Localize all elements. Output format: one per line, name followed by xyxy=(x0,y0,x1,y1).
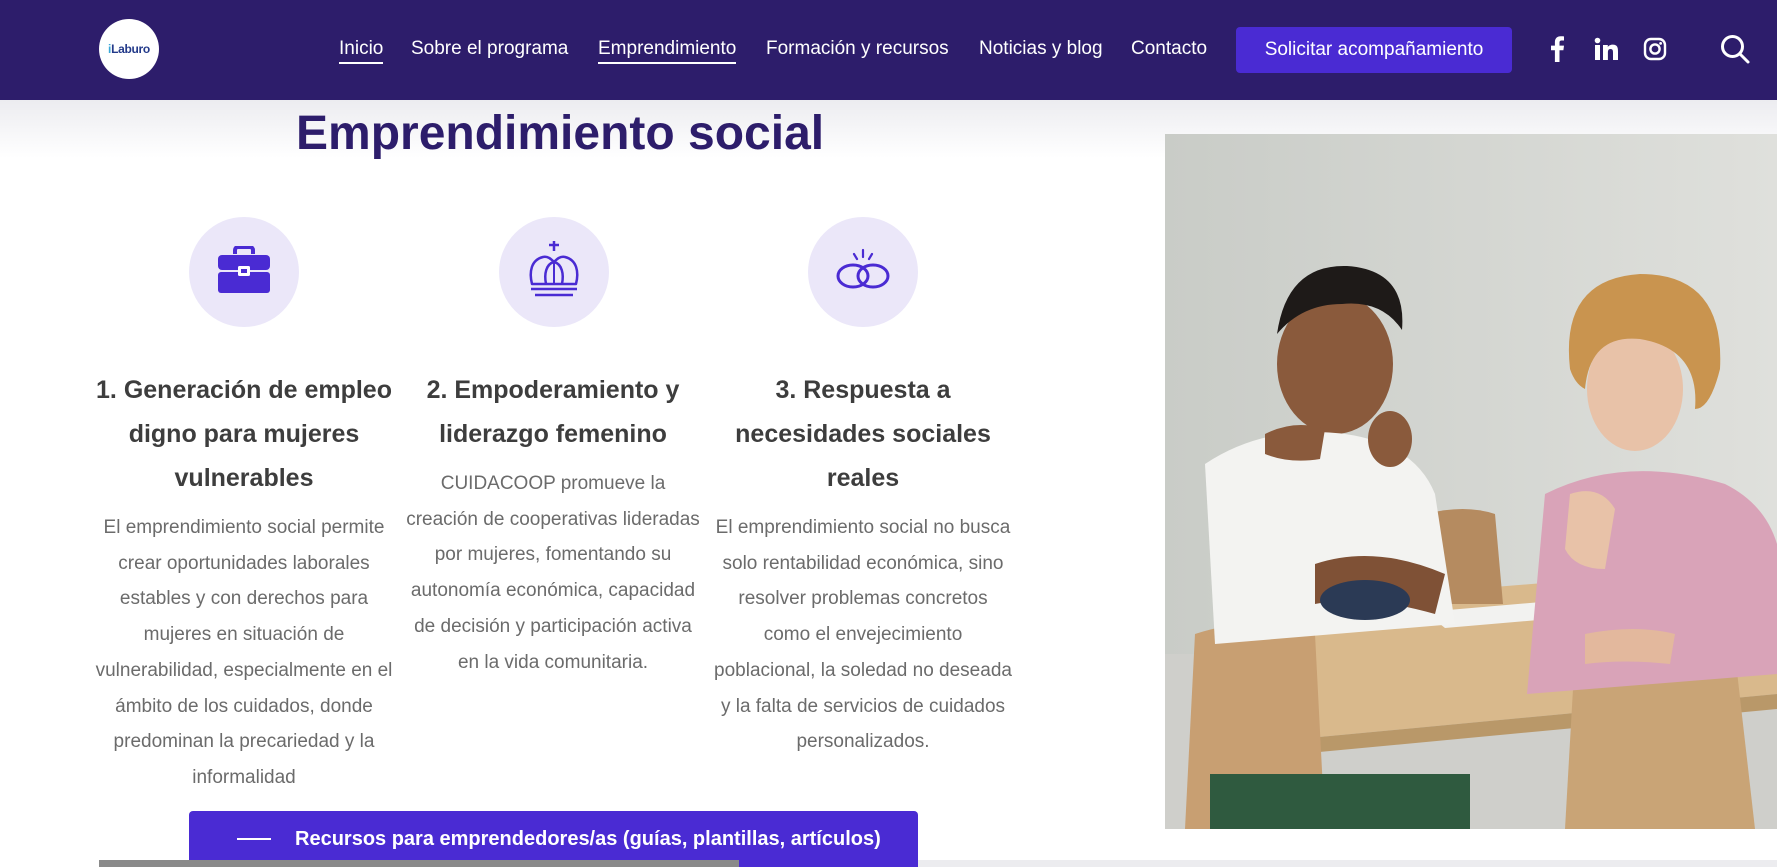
feature-2-icon-circle xyxy=(499,217,609,327)
nav-contacto[interactable]: Contacto xyxy=(1131,37,1207,61)
solicitar-acompanamiento-button[interactable]: Solicitar acompañamiento xyxy=(1236,27,1512,73)
facebook-icon[interactable] xyxy=(1543,35,1571,63)
feature-1-title: 1. Generación de empleo digno para mujer… xyxy=(96,376,392,492)
feature-3-title: 3. Respuesta a necesidades sociales real… xyxy=(735,376,991,492)
briefcase-icon xyxy=(217,244,271,299)
logo-text: Laburo xyxy=(111,42,150,56)
next-section-edge xyxy=(918,860,1777,867)
site-logo[interactable]: iLaburo xyxy=(99,19,159,79)
feature-1-icon-circle xyxy=(189,217,299,327)
nav-sobre-el-programa[interactable]: Sobre el programa xyxy=(411,37,568,61)
site-header: iLaburo Inicio Sobre el programa Emprend… xyxy=(0,0,1777,100)
search-icon[interactable] xyxy=(1719,33,1751,65)
instagram-icon[interactable] xyxy=(1641,35,1669,63)
entrepreneurs-photo xyxy=(1165,134,1777,829)
feature-3-icon-circle xyxy=(808,217,918,327)
resources-button-label: Recursos para emprendedores/as (guías, p… xyxy=(295,827,881,850)
feature-2-title: 2. Empoderamiento y liderazgo femenino xyxy=(426,376,680,448)
nav-formacion-y-recursos[interactable]: Formación y recursos xyxy=(766,37,949,61)
crown-icon xyxy=(526,240,582,305)
feature-1-text: El emprendimiento social permite crear o… xyxy=(95,517,393,788)
next-section-image-edge xyxy=(99,860,739,867)
nav-inicio[interactable]: Inicio xyxy=(339,37,384,64)
feature-2-text: CUIDACOOP promueve la creación de cooper… xyxy=(406,473,700,673)
nav-noticias-y-blog[interactable]: Noticias y blog xyxy=(979,37,1103,61)
resources-button[interactable]: Recursos para emprendedores/as (guías, p… xyxy=(189,811,918,867)
page-title: Emprendimiento social xyxy=(296,107,825,160)
feature-3-text: El emprendimiento social no busca solo r… xyxy=(714,517,1012,753)
dash-icon xyxy=(237,838,271,840)
linked-rings-icon xyxy=(834,248,892,297)
linkedin-icon[interactable] xyxy=(1592,35,1620,63)
nav-emprendimiento[interactable]: Emprendimiento xyxy=(598,37,737,64)
